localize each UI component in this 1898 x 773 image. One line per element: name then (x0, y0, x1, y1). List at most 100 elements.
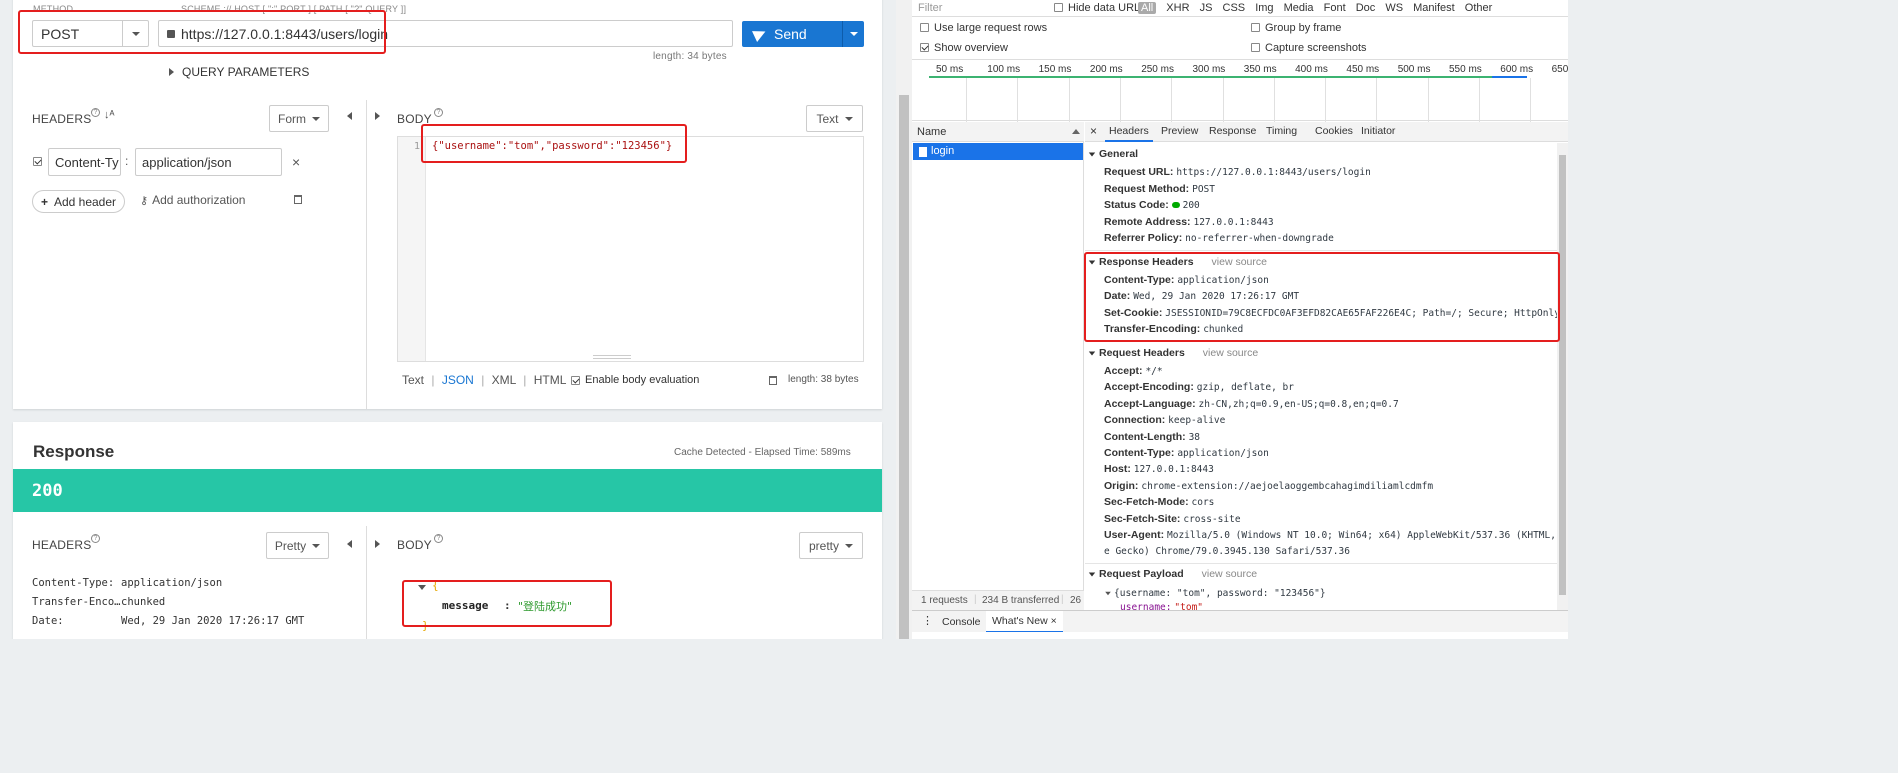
tab-cookies[interactable]: Cookies (1315, 125, 1353, 137)
tab-headers[interactable]: Headers (1105, 122, 1153, 142)
group-by-frame[interactable]: Group by frame (1251, 22, 1341, 34)
request-header-row: Content-Length: 38 (1104, 431, 1201, 443)
request-header-row: User-Agent: Mozilla/5.0 (Windows NT 10.0… (1104, 529, 1568, 541)
response-header-row: Transfer-Encoding: chunked (1104, 323, 1244, 335)
request-card: METHOD SCHEME :// HOST [ ":" PORT ] [ PA… (13, 0, 882, 409)
network-status-bar: 1 requests | 234 B transferred | 26 (912, 590, 1084, 610)
enable-eval-checkbox[interactable] (571, 375, 580, 385)
trash-icon[interactable] (294, 195, 302, 204)
request-payload-section-header[interactable]: Request Payload view source (1088, 568, 1257, 580)
name-column-header[interactable]: Name (917, 126, 946, 138)
response-title: Response (33, 442, 115, 461)
show-overview-checkbox[interactable] (920, 43, 929, 52)
filter-input[interactable]: Filter (918, 2, 942, 14)
drawer-menu-icon[interactable]: ⋮ (922, 614, 933, 627)
request-row-login[interactable]: login (913, 143, 1083, 160)
close-detail-icon[interactable]: × (1090, 124, 1097, 138)
tab-timing[interactable]: Timing (1266, 125, 1297, 137)
detail-scrollbar[interactable] (1557, 143, 1568, 610)
body-editor[interactable]: 1 {"username":"tom","password":"123456"} (397, 136, 864, 362)
request-header-row: Content-Type: application/json (1104, 447, 1269, 459)
remove-header-icon[interactable]: × (292, 154, 300, 170)
pretty-select-body[interactable]: pretty (799, 532, 863, 559)
use-large-rows[interactable]: Use large request rows (920, 22, 1047, 34)
method-dropdown-icon[interactable] (122, 21, 148, 46)
form-select[interactable]: Form (269, 105, 329, 132)
timeline-tick-label: 50 ms (936, 64, 964, 75)
response-body-label: BODY (397, 538, 432, 552)
format-tab-text[interactable]: Text (402, 373, 424, 387)
type-filter-js[interactable]: JS (1200, 2, 1213, 14)
resp-collapse-right-icon[interactable] (375, 540, 380, 548)
body-type-select[interactable]: Text (806, 105, 863, 132)
body-trash-icon[interactable] (769, 376, 777, 385)
header-enabled-checkbox[interactable] (33, 157, 42, 166)
type-filter-css[interactable]: CSS (1223, 2, 1246, 14)
request-header-row: Sec-Fetch-Site: cross-site (1104, 513, 1241, 525)
type-filter-manifest[interactable]: Manifest (1413, 2, 1455, 14)
pretty-select[interactable]: Pretty (266, 532, 329, 559)
request-header-row: Connection: keep-alive (1104, 414, 1226, 426)
type-filter-media[interactable]: Media (1284, 2, 1314, 14)
method-select[interactable]: POST (32, 20, 149, 47)
general-row: Status Code: 200 (1104, 199, 1200, 211)
general-section-header[interactable]: General (1088, 148, 1138, 160)
type-filter-ws[interactable]: WS (1385, 2, 1403, 14)
sort-up-icon[interactable] (1072, 129, 1080, 134)
type-filter-img[interactable]: Img (1255, 2, 1273, 14)
pane-scrollbar[interactable] (896, 0, 912, 639)
sort-icon[interactable]: ↓ᴬ (104, 109, 114, 121)
format-tab-xml[interactable]: XML (492, 373, 516, 387)
drawer-tab-console[interactable]: Console (942, 616, 981, 628)
hide-data-urls-checkbox[interactable] (1054, 3, 1063, 12)
response-headers-section-header[interactable]: Response Headers view source (1088, 256, 1267, 268)
send-button[interactable]: Send (742, 21, 864, 47)
header-value-input[interactable]: application/json (135, 148, 282, 176)
view-source-link[interactable]: view source (1212, 256, 1267, 268)
header-name-input[interactable]: Content-Ty (48, 148, 121, 176)
format-tab-html[interactable]: HTML (534, 373, 567, 387)
type-filter-all[interactable]: All (1138, 2, 1157, 14)
close-tab-icon[interactable]: × (1051, 615, 1057, 627)
status-dot-icon (1171, 202, 1180, 208)
timeline-overview[interactable]: 50 ms 100 ms 150 ms 200 ms 250 ms 300 ms 350 m… (912, 59, 1568, 122)
capture-screenshots[interactable]: Capture screenshots (1251, 42, 1367, 54)
response-headers-label: HEADERS (32, 538, 92, 552)
drawer-tab-whats-new[interactable]: What's New × (986, 611, 1063, 633)
json-value: "登陆成功" (518, 600, 573, 613)
type-filter-font[interactable]: Font (1324, 2, 1346, 14)
add-authorization-button[interactable]: ⚷ Add authorization (140, 193, 245, 207)
view-source-link[interactable]: view source (1202, 568, 1257, 580)
show-overview[interactable]: Show overview (920, 42, 1008, 54)
method-label: METHOD (33, 4, 74, 14)
response-header-row: Transfer-Enco…chunked (32, 596, 166, 608)
resp-collapse-left-icon[interactable] (347, 540, 352, 548)
request-headers-section-header[interactable]: Request Headers view source (1088, 347, 1258, 359)
add-header-button[interactable]: + Add header (32, 190, 125, 213)
capture-screenshots-checkbox[interactable] (1251, 43, 1260, 52)
format-tab-json[interactable]: JSON (442, 373, 474, 387)
tab-initiator[interactable]: Initiator (1361, 125, 1395, 137)
send-dropdown-icon[interactable] (842, 21, 864, 47)
plus-icon: + (40, 194, 48, 209)
response-card: Response Cache Detected - Elapsed Time: … (13, 422, 882, 639)
url-input[interactable]: https://127.0.0.1:8443/users/login (158, 20, 733, 47)
tab-response[interactable]: Response (1209, 125, 1256, 137)
line-number: 1 (414, 141, 421, 152)
timeline-gridline (1427, 78, 1429, 122)
hide-data-urls[interactable]: Hide data URLs (1054, 2, 1146, 14)
tab-preview[interactable]: Preview (1161, 125, 1198, 137)
request-header-row: Accept-Encoding: gzip, deflate, br (1104, 381, 1294, 393)
json-collapse-icon[interactable] (418, 585, 426, 590)
type-filter-other[interactable]: Other (1465, 2, 1493, 14)
type-filter-doc[interactable]: Doc (1356, 2, 1376, 14)
collapse-left-icon[interactable] (347, 112, 352, 120)
enable-body-eval[interactable]: Enable body evaluation (571, 374, 699, 386)
use-large-rows-checkbox[interactable] (920, 23, 929, 32)
query-params-toggle[interactable]: QUERY PARAMETERS (169, 65, 309, 79)
resp-body-help-icon: ? (434, 534, 443, 543)
collapse-right-icon[interactable] (375, 112, 380, 120)
group-by-frame-checkbox[interactable] (1251, 23, 1260, 32)
view-source-link[interactable]: view source (1203, 347, 1258, 359)
type-filter-xhr[interactable]: XHR (1166, 2, 1189, 14)
